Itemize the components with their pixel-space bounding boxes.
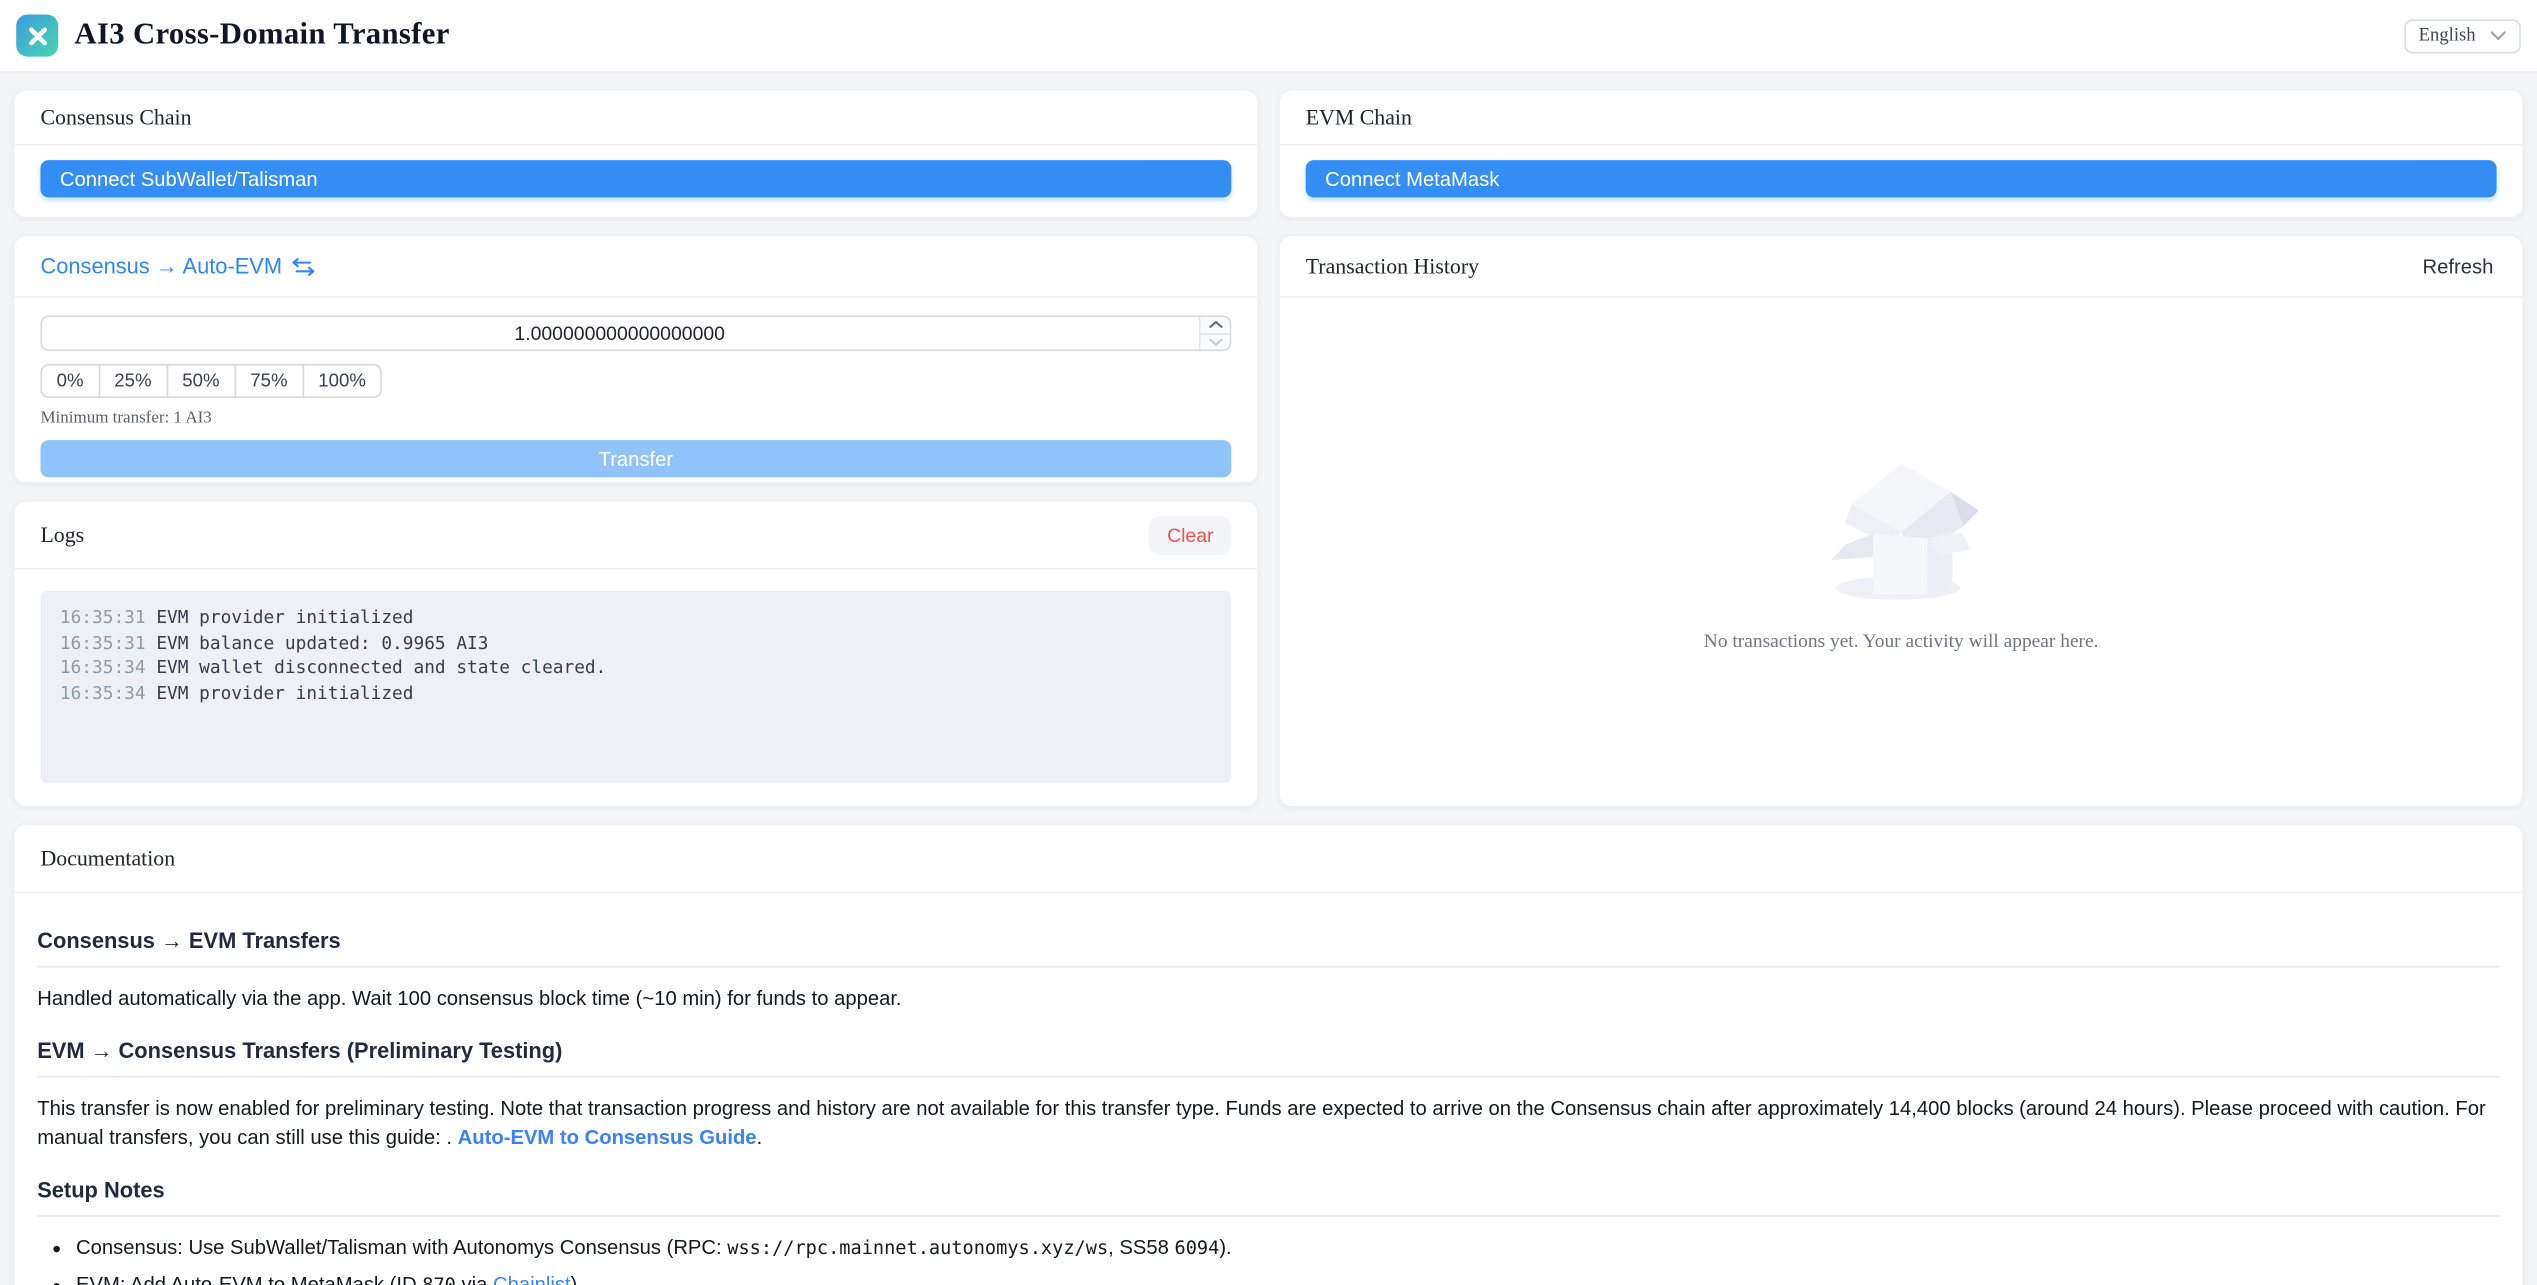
- x-logo-icon: [25, 23, 49, 47]
- page-title: AI3 Cross-Domain Transfer: [74, 18, 449, 54]
- transfer-card: Consensus → Auto-EVM: [13, 235, 1259, 484]
- connect-metamask-button[interactable]: Connect MetaMask: [1306, 160, 2497, 197]
- docs-heading-consensus-to-evm: Consensus → EVM Transfers: [37, 929, 2500, 968]
- log-entry: 16:35:34 EVM wallet disconnected and sta…: [60, 655, 1212, 680]
- app-root: AI3 Cross-Domain Transfer English Consen…: [0, 0, 2537, 1285]
- empty-box-icon: [1807, 451, 1995, 606]
- evm-chain-card-title: EVM Chain: [1306, 104, 1412, 130]
- percent-button-group: 0% 25% 50% 75% 100%: [40, 364, 382, 398]
- documentation-card: Documentation Consensus → EVM Transfers …: [13, 824, 2524, 1285]
- amount-stepper: [1199, 317, 1230, 349]
- amount-input[interactable]: [40, 316, 1231, 352]
- consensus-chain-card-title: Consensus Chain: [40, 104, 191, 130]
- setup-notes-list: Consensus: Use SubWallet/Talisman with A…: [37, 1237, 2500, 1285]
- language-select-value: English: [2419, 26, 2476, 45]
- percent-100-button[interactable]: 100%: [302, 364, 382, 398]
- chainlist-link[interactable]: Chainlist: [493, 1274, 571, 1285]
- language-select[interactable]: English: [2404, 19, 2521, 53]
- docs-paragraph-consensus-to-evm: Handled automatically via the app. Wait …: [37, 984, 2500, 1013]
- empty-state-text: No transactions yet. Your activity will …: [1704, 629, 2099, 653]
- docs-paragraph-evm-to-consensus: This transfer is now enabled for prelimi…: [37, 1094, 2500, 1153]
- log-entry: 16:35:31 EVM provider initialized: [60, 605, 1212, 630]
- percent-25-button[interactable]: 25%: [98, 364, 168, 398]
- percent-0-button[interactable]: 0%: [40, 364, 99, 398]
- transaction-history-title: Transaction History: [1306, 253, 1479, 279]
- chain-id-code: 870: [422, 1274, 456, 1285]
- connect-subwallet-button[interactable]: Connect SubWallet/Talisman: [40, 160, 1231, 197]
- right-column: EVM Chain Connect MetaMask Transaction H…: [1278, 89, 2524, 807]
- transaction-history-card: Transaction History Refresh: [1278, 235, 2524, 808]
- clear-logs-button[interactable]: Clear: [1149, 515, 1231, 554]
- docs-heading-evm-to-consensus: EVM → Consensus Transfers (Preliminary T…: [37, 1039, 2500, 1078]
- app-header: AI3 Cross-Domain Transfer English: [0, 0, 2537, 73]
- main-content: Consensus Chain Connect SubWallet/Talism…: [0, 73, 2537, 1285]
- transfer-direction-title[interactable]: Consensus → Auto-EVM: [40, 254, 282, 278]
- minimum-transfer-note: Minimum transfer: 1 AI3: [40, 409, 1231, 427]
- auto-evm-to-consensus-guide-link[interactable]: Auto-EVM to Consensus Guide: [458, 1127, 757, 1150]
- logs-card: Logs Clear 16:35:31 EVM provider initial…: [13, 500, 1259, 807]
- percent-50-button[interactable]: 50%: [166, 364, 236, 398]
- log-output: 16:35:31 EVM provider initialized 16:35:…: [40, 591, 1231, 784]
- chevron-down-icon: [1208, 338, 1223, 346]
- chevron-down-icon: [2490, 31, 2506, 41]
- logs-card-title: Logs: [40, 522, 84, 548]
- stepper-up-button[interactable]: [1201, 317, 1230, 334]
- rpc-endpoint-code: wss://rpc.mainnet.autonomys.xyz/ws: [727, 1237, 1108, 1260]
- stepper-down-button[interactable]: [1201, 334, 1230, 349]
- refresh-button[interactable]: Refresh: [2419, 248, 2496, 284]
- chevron-up-icon: [1208, 321, 1223, 329]
- swap-icon[interactable]: [292, 256, 316, 275]
- documentation-title: Documentation: [40, 845, 175, 871]
- app-logo: [16, 15, 58, 57]
- log-entry: 16:35:31 EVM balance updated: 0.9965 AI3: [60, 630, 1212, 655]
- left-column: Consensus Chain Connect SubWallet/Talism…: [13, 89, 1259, 807]
- docs-heading-setup-notes: Setup Notes: [37, 1179, 2500, 1218]
- transfer-button[interactable]: Transfer: [40, 440, 1231, 477]
- log-entry: 16:35:34 EVM provider initialized: [60, 680, 1212, 705]
- ss58-code: 6094: [1174, 1237, 1219, 1260]
- evm-chain-card: EVM Chain Connect MetaMask: [1278, 89, 2524, 218]
- setup-note-consensus: Consensus: Use SubWallet/Talisman with A…: [76, 1237, 2500, 1260]
- consensus-chain-card: Consensus Chain Connect SubWallet/Talism…: [13, 89, 1259, 218]
- percent-75-button[interactable]: 75%: [234, 364, 304, 398]
- setup-note-evm: EVM: Add Auto-EVM to MetaMask (ID 870 vi…: [76, 1274, 2500, 1285]
